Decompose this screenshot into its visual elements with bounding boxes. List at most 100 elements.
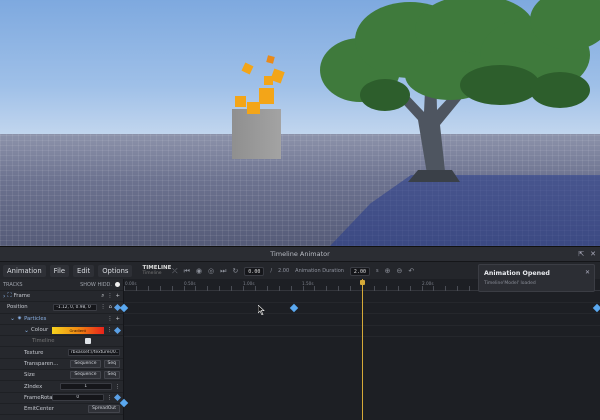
popout-icon[interactable]: ⇱: [578, 250, 584, 258]
chevron-down-icon[interactable]: ⌄: [10, 315, 15, 322]
window-titlebar[interactable]: Timeline Animator ⇱ ✕: [0, 247, 600, 262]
chevron-right-icon[interactable]: ›: [3, 293, 5, 300]
next-key-icon[interactable]: ⏭: [220, 267, 226, 276]
zoom-out-icon[interactable]: ⊖: [396, 267, 402, 275]
more-icon[interactable]: ⋮: [115, 384, 120, 390]
track-transparency[interactable]: Transparen... Sequence Seq: [0, 359, 123, 371]
chevron-down-icon[interactable]: ⌄: [24, 327, 29, 334]
grey-part: [232, 109, 281, 159]
add-icon[interactable]: +: [116, 293, 120, 299]
more-icon[interactable]: ⋮: [107, 316, 112, 322]
track-size[interactable]: Size Sequence Seq: [0, 370, 123, 382]
prev-key-icon[interactable]: ⏮: [184, 267, 190, 276]
ruler-tick: [195, 286, 197, 291]
ruler-label: 1.00s: [243, 281, 255, 286]
track-last[interactable]: EmitCenter SpreadOut: [0, 404, 123, 416]
toast-title: Animation Opened: [484, 270, 550, 277]
ruler-tick: [302, 286, 304, 291]
ruler-tick: [135, 286, 137, 291]
keyframe-toggle-icon[interactable]: [113, 326, 122, 334]
total-time: 2.00: [278, 268, 290, 274]
ruler-tick: [409, 286, 411, 291]
track-position[interactable]: Position -1.12, 0, 0.98, 0 ⋮ ⌂: [0, 302, 123, 314]
ruler-tick: [457, 286, 459, 291]
loop-icon[interactable]: ↻: [232, 267, 238, 275]
ruler-tick: [254, 286, 256, 291]
menu-options[interactable]: Options: [98, 265, 133, 277]
shrink-icon[interactable]: ⤫: [172, 267, 178, 276]
ruler-tick: [373, 286, 375, 291]
track-zindex[interactable]: ZIndex 1 ⋮: [0, 381, 123, 393]
menu-animation[interactable]: Animation: [3, 265, 46, 277]
menu-file[interactable]: File: [49, 265, 70, 277]
track-particles-label: Particles: [24, 315, 47, 322]
particle: [259, 88, 274, 104]
ruler-tick: [314, 286, 316, 291]
window-title: Timeline Animator: [270, 250, 330, 258]
undo-icon[interactable]: ↶: [408, 267, 414, 275]
track-frame[interactable]: › ⛶ Frame ⌕ ⋮ +: [0, 291, 123, 303]
close-icon[interactable]: ✕: [585, 269, 590, 276]
show-hidden-toggle[interactable]: [115, 282, 120, 287]
stop-icon[interactable]: ◎: [208, 267, 214, 275]
ruler-tick: [219, 286, 221, 291]
playhead[interactable]: [362, 279, 363, 420]
duration-input[interactable]: 2.00: [349, 266, 370, 276]
ruler-tick: [171, 286, 173, 291]
menu-edit[interactable]: Edit: [73, 265, 95, 277]
zindex-value[interactable]: 1: [59, 383, 112, 391]
lock-icon[interactable]: ⌂: [109, 304, 112, 310]
ruler-label: 0.50s: [184, 281, 196, 286]
ruler-tick: [397, 286, 399, 291]
frame-icon: ⛶: [7, 292, 12, 300]
transparency-sequence-button[interactable]: Sequence: [70, 359, 101, 368]
ruler-tick: [159, 286, 161, 291]
tracks-title: TRACKS: [3, 281, 23, 288]
last-value[interactable]: SpreadOut: [87, 405, 120, 414]
keyframe-toggle-icon[interactable]: [113, 394, 122, 402]
add-icon[interactable]: +: [116, 316, 120, 322]
track-texture-label: Texture: [24, 349, 44, 356]
ruler-tick: [231, 286, 233, 291]
current-time-input[interactable]: 0.00: [244, 266, 265, 276]
game-viewport[interactable]: [0, 0, 600, 246]
track-frame-label: Frame: [13, 293, 31, 300]
track-texture[interactable]: Texture rbxasset://textures/0...: [0, 347, 123, 359]
more-icon[interactable]: ⋮: [107, 395, 112, 401]
playhead-handle[interactable]: [360, 280, 365, 285]
framerotation-value[interactable]: 0: [51, 394, 104, 402]
transparency-seq-button[interactable]: Seq: [103, 359, 120, 368]
track-framerotation[interactable]: FrameRota... 0 ⋮: [0, 393, 123, 404]
ruler-label: 0.00s: [125, 281, 137, 286]
ruler-tick: [147, 286, 149, 291]
position-value[interactable]: -1.12, 0, 0.98, 0: [53, 303, 98, 311]
ruler-tick: [326, 286, 328, 291]
tree: [320, 0, 600, 182]
close-icon[interactable]: ✕: [590, 250, 596, 258]
ruler-tick: [290, 286, 292, 291]
track-last-label: EmitCenter: [24, 406, 54, 413]
more-icon[interactable]: ⋮: [100, 304, 105, 310]
zoom-in-icon[interactable]: ⊕: [385, 267, 391, 275]
ruler-label: 2.00s: [422, 281, 434, 286]
timeline-track-area[interactable]: 0.00s 0.50s 1.00s 1.50s 2.00s: [119, 279, 600, 420]
track-colour[interactable]: ⌄ Colour Gradient ⋮: [0, 325, 123, 337]
ruler-tick: [243, 286, 244, 291]
track-timeline-sub[interactable]: Timeline: [0, 336, 123, 348]
keyframe-marker[interactable]: [592, 303, 600, 313]
transport-controls: ⤫ ⏮ ◉ ◎ ⏭ ↻ 0.00 / 2.00 Animation Durati…: [172, 263, 414, 279]
timeline-sub-label: Timeline: [32, 338, 55, 345]
texture-value[interactable]: rbxasset://textures/0...: [68, 349, 120, 357]
play-icon[interactable]: ◉: [196, 267, 202, 275]
track-particles[interactable]: ⌄ ✷ Particles ⋮ +: [0, 314, 123, 325]
keyframe-marker[interactable]: [289, 303, 299, 313]
ruler-tick: [124, 286, 125, 291]
colour-gradient[interactable]: Gradient: [51, 326, 104, 334]
size-seq-button[interactable]: Seq: [103, 371, 120, 380]
size-sequence-button[interactable]: Sequence: [70, 371, 101, 380]
timeline-checkbox[interactable]: [85, 338, 91, 345]
more-icon[interactable]: ⋮: [107, 327, 112, 333]
ruler-tick: [445, 286, 447, 291]
search-icon[interactable]: ⌕: [101, 293, 104, 300]
more-icon[interactable]: ⋮: [107, 293, 112, 299]
